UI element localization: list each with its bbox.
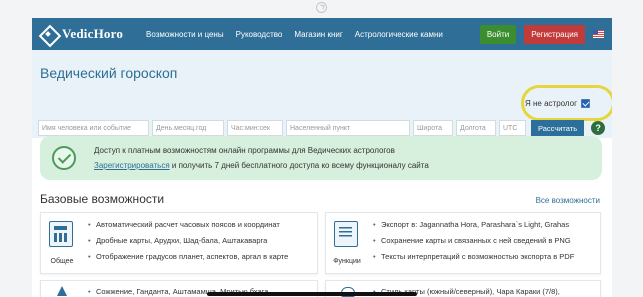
browser-top-strip	[0, 0, 643, 18]
not-astrologer-option[interactable]: Я не астролог	[525, 99, 591, 108]
general-features-list: Автоматический расчет часовых поясов и к…	[88, 219, 288, 267]
list-item: Автоматический расчет часовых поясов и к…	[88, 219, 288, 235]
functions-features-list: Экспорт в: Jagannatha Hora, Parashara`s …	[373, 219, 574, 267]
list-item: Сохранение карты и связанных с ней сведе…	[373, 235, 574, 251]
top-navigation: VedicHoro Возможности и цены Руководство…	[32, 18, 612, 50]
screenshot-page: VedicHoro Возможности и цены Руководство…	[0, 0, 643, 297]
notice-rest-text: и получить 7 дней бесплатного доступа ко…	[169, 161, 429, 170]
verified-badge-icon	[52, 146, 76, 170]
nav-features-pricing[interactable]: Возможности и цены	[146, 30, 224, 39]
brand-name: VedicHoro	[62, 26, 124, 41]
page-title: Ведический гороскоп	[40, 65, 178, 81]
refresh-icon[interactable]	[316, 2, 327, 13]
place-input[interactable]: Населенный пункт	[286, 120, 410, 136]
account-actions: Войти Регистрация	[479, 24, 604, 44]
nav-astrology-stones[interactable]: Астрологические камни	[355, 30, 443, 39]
nav-book-store[interactable]: Магазин книг	[294, 30, 342, 39]
name-input[interactable]: Имя человека или событие	[38, 120, 149, 136]
us-flag-icon[interactable]	[593, 30, 604, 38]
site-logo[interactable]: VedicHoro	[40, 26, 140, 42]
notice-description: Зарегистрироваться и получить 7 дней бес…	[94, 161, 429, 170]
feature-card-general: Общее Автоматический расчет часовых пояс…	[40, 212, 318, 274]
paid-access-notice: Доступ к платным возможностям онлайн про…	[40, 136, 602, 180]
calculate-button[interactable]: Рассчитать	[531, 120, 585, 136]
register-button[interactable]: Регистрация	[524, 24, 585, 44]
diamond-logo-icon	[40, 26, 56, 42]
date-input[interactable]: День.месяц.год	[152, 120, 224, 136]
basic-features-heading: Базовые возможности	[40, 192, 165, 206]
triangle-icon	[57, 286, 67, 296]
calculator-icon	[49, 221, 73, 247]
register-link[interactable]: Зарегистрироваться	[94, 161, 170, 170]
time-input[interactable]: Час:мин:сек	[227, 120, 283, 136]
help-icon[interactable]: ?	[591, 121, 606, 135]
list-item: Отображение градусов планет, аспектов, а…	[88, 251, 288, 267]
all-features-link[interactable]: Все возможности	[536, 196, 600, 205]
card-caption-general: Общее	[50, 258, 74, 265]
checklist-icon	[334, 221, 358, 247]
website: VedicHoro Возможности и цены Руководство…	[32, 18, 612, 297]
list-item: Дробные карты, Арудхи, Шад-бала, Аштакав…	[88, 235, 288, 251]
home-indicator	[207, 292, 417, 296]
latitude-input[interactable]: Широта	[413, 120, 453, 136]
not-astrologer-checkbox[interactable]	[581, 99, 591, 108]
list-item: Экспорт в: Jagannatha Hora, Parashara`s …	[373, 219, 574, 235]
feature-card-functions: Функции Экспорт в: Jagannatha Hora, Para…	[325, 212, 601, 274]
notice-title: Доступ к платным возможностям онлайн про…	[94, 146, 395, 155]
card-caption-functions: Функции	[333, 258, 361, 265]
list-item: Тексты интерпретаций с возможностью эксп…	[373, 251, 574, 267]
longitude-input[interactable]: Долгота	[456, 120, 496, 136]
birth-data-form: Имя человека или событие День.месяц.год …	[38, 120, 606, 136]
chart-input-panel: Ведический гороскоп Я не астролог Имя че…	[32, 50, 612, 146]
login-button[interactable]: Войти	[479, 24, 517, 44]
nav-guide[interactable]: Руководство	[236, 30, 283, 39]
utc-input[interactable]: UTC	[499, 120, 526, 136]
not-astrologer-label: Я не астролог	[525, 99, 578, 108]
main-menu: Возможности и цены Руководство Магазин к…	[146, 30, 443, 39]
